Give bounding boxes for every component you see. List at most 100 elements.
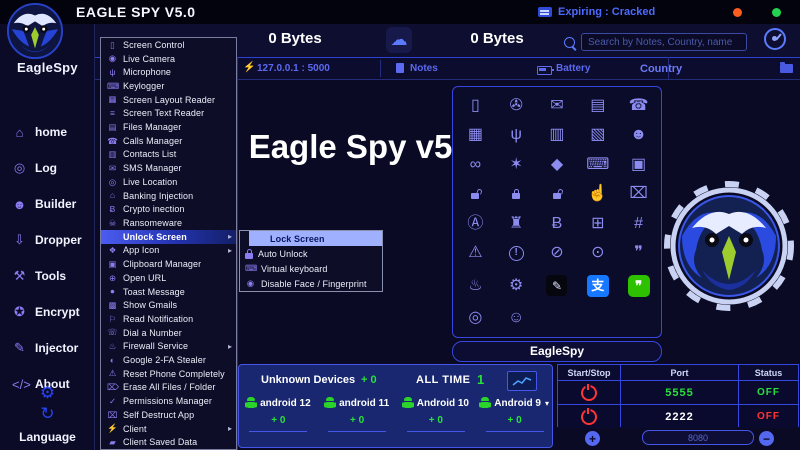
menu-item-firewall-service[interactable]: ♨ Firewall Service ▸ (101, 339, 236, 353)
menu-item-erase-all-files-folder[interactable]: ⌦ Erase All Files / Folder (101, 381, 236, 395)
device-filter-android-9[interactable]: Android 9 ▾ + 0 (475, 395, 554, 432)
grid-cell-tablet[interactable]: ▯ (455, 91, 496, 121)
menu-item-client[interactable]: ⚡ Client ▸ (101, 422, 236, 436)
submenu-item-auto-unlock[interactable]: Auto Unlock (240, 246, 382, 261)
grid-cell-folder[interactable]: ▤ (577, 91, 618, 121)
menu-item-calls-manager[interactable]: ☎ Calls Manager (101, 134, 236, 148)
grid-cell-lock[interactable] (496, 180, 537, 210)
language-label[interactable]: Language (0, 430, 95, 444)
grid-cell-shield[interactable]: ◆ (537, 150, 578, 180)
grid-cell-contacts[interactable]: ▥ (537, 121, 578, 151)
grid-cell-mail[interactable]: ✉ (537, 91, 578, 121)
grid-cell-hash[interactable]: # (618, 209, 659, 239)
submenu-item-lock-screen[interactable]: Lock Screen (249, 231, 382, 246)
menu-item-live-location[interactable]: ◎ Live Location (101, 175, 236, 189)
grid-cell-map[interactable]: ▧ (577, 121, 618, 151)
grid-cell-microphone[interactable]: ψ (496, 121, 537, 151)
grid-cell-building[interactable]: ▦ (455, 121, 496, 151)
menu-item-self-destruct-app[interactable]: ⌧ Self Destruct App (101, 408, 236, 422)
warning-icon: ⚠ (468, 244, 483, 262)
add-port-button[interactable]: + (585, 431, 600, 446)
grid-cell-google-plus[interactable]: ⊞ (577, 209, 618, 239)
grid-cell-warning[interactable]: ⚠ (455, 239, 496, 269)
grid-cell-eye[interactable]: ⊙ (577, 239, 618, 269)
menu-item-keylogger[interactable]: ⌨ Keylogger (101, 79, 236, 93)
country-column-header[interactable]: Country (640, 63, 682, 75)
menu-item-unlock-screen[interactable]: Unlock Screen ▸ (101, 229, 236, 244)
grid-cell-alipay[interactable]: 支 (577, 268, 618, 304)
grid-cell-bug[interactable]: ✶ (496, 150, 537, 180)
grid-cell-lock-open-alt[interactable] (537, 180, 578, 210)
search-input[interactable] (581, 33, 747, 51)
device-filter-android-11[interactable]: android 11 + 0 (318, 395, 397, 432)
grid-cell-wechat[interactable]: ❞ (618, 268, 659, 304)
device-filter-android-10[interactable]: Android 10 + 0 (397, 395, 476, 432)
sidebar-item-home[interactable]: ⌂ home (0, 114, 95, 150)
menu-item-screen-layout-reader[interactable]: ▦ Screen Layout Reader (101, 93, 236, 107)
grid-cell-android[interactable]: ☻ (618, 121, 659, 151)
gear-icon[interactable]: ⚙ (0, 382, 95, 403)
sidebar-item-builder[interactable]: ☻ Builder (0, 186, 95, 222)
port-input[interactable] (642, 430, 754, 445)
menu-item-toast-message[interactable]: ● Toast Message (101, 285, 236, 299)
sidebar-item-log[interactable]: ◎ Log (0, 150, 95, 186)
grid-cell-link[interactable]: ∞ (455, 150, 496, 180)
sidebar-item-tools[interactable]: ⚒ Tools (0, 258, 95, 294)
grid-cell-circle-a[interactable]: Ⓐ (455, 209, 496, 239)
menu-item-clipboard-manager[interactable]: ▣ Clipboard Manager (101, 257, 236, 271)
minimize-dot[interactable] (733, 8, 742, 17)
close-dot[interactable] (772, 8, 781, 17)
grid-cell-trash[interactable]: ⌧ (618, 180, 659, 210)
menu-item-google-2-fa-stealer[interactable]: ◐ Google 2-FA Stealer (101, 353, 236, 367)
sync-icon[interactable]: ↻ (0, 403, 95, 424)
menu-item-microphone[interactable]: ψ Microphone (101, 65, 236, 79)
menu-item-show-gmails[interactable]: ▩ Show Gmails (101, 298, 236, 312)
grid-cell-chat[interactable]: ❞ (618, 239, 659, 269)
sidebar-item-dropper[interactable]: ⇩ Dropper (0, 222, 95, 258)
device-filter-android-12[interactable]: android 12 + 0 (239, 395, 318, 432)
menu-item-crypto-inection[interactable]: Ƀ Crypto inection (101, 202, 236, 216)
grid-cell-keyboard[interactable]: ⌨ (577, 150, 618, 180)
menu-item-screen-control[interactable]: ▯ Screen Control (101, 38, 236, 52)
menu-item-files-manager[interactable]: ▤ Files Manager (101, 120, 236, 134)
menu-item-permissions-manager[interactable]: ✓ Permissions Manager (101, 394, 236, 408)
remove-port-button[interactable]: − (759, 431, 774, 446)
menu-item-ransomeware[interactable]: ☠ Ransomeware (101, 216, 236, 230)
menu-item-live-camera[interactable]: ◉ Live Camera (101, 52, 236, 66)
grid-cell-bitcoin[interactable]: Ƀ (537, 209, 578, 239)
menu-item-screen-text-reader[interactable]: ≡ Screen Text Reader (101, 107, 236, 121)
power-button[interactable] (581, 383, 597, 401)
grid-cell-gear[interactable]: ⚙ (496, 268, 537, 304)
submenu-item-disable-face-fingerprint[interactable]: ◉ Disable Face / Fingerprint (240, 276, 382, 291)
menu-item-reset-phone-completely[interactable]: ⚠ Reset Phone Completely (101, 367, 236, 381)
sidebar-item-injector[interactable]: ✎ Injector (0, 330, 95, 366)
menu-item-read-notification[interactable]: ⚐ Read Notification (101, 312, 236, 326)
submenu-item-virtual-keyboard[interactable]: ⌨ Virtual keyboard (240, 261, 382, 276)
menu-item-dial-a-number[interactable]: ☏ Dial a Number (101, 326, 236, 340)
battery-column-header[interactable]: Battery (556, 63, 590, 74)
menu-item-contacts-list[interactable]: ▥ Contacts List (101, 148, 236, 162)
menu-item-open-url[interactable]: ⊕ Open URL (101, 271, 236, 285)
menu-item-app-icon[interactable]: ❖ App Icon ▸ (101, 244, 236, 258)
notes-column-header[interactable]: Notes (410, 63, 438, 74)
grid-cell-clipboard[interactable]: ▣ (618, 150, 659, 180)
grid-cell-lock-open[interactable] (455, 180, 496, 210)
grid-cell-fire[interactable]: ♨ (455, 268, 496, 304)
menu-item-client-saved-data[interactable]: ▰ Client Saved Data (101, 435, 236, 449)
grid-cell-pencil[interactable]: ✎ (537, 268, 578, 304)
folder-icon[interactable] (780, 62, 793, 73)
grid-cell-phone[interactable]: ☎ (618, 91, 659, 121)
chart-icon[interactable] (507, 371, 537, 391)
grid-cell-eye-off[interactable]: ⊘ (537, 239, 578, 269)
grid-cell-video-camera[interactable]: ✇ (496, 91, 537, 121)
menu-item-banking-injection[interactable]: ⌂ Banking Injection (101, 189, 236, 203)
grid-cell-hand[interactable]: ☝ (577, 180, 618, 210)
sidebar-item-encrypt[interactable]: ✪ Encrypt (0, 294, 95, 330)
cloud-sync-icon[interactable]: ☁ (386, 27, 412, 53)
menu-item-sms-manager[interactable]: ✉ SMS Manager (101, 161, 236, 175)
grid-cell-record[interactable]: ◎ (455, 304, 496, 334)
grid-cell-alert[interactable]: ! (496, 239, 537, 269)
grid-cell-person[interactable]: ☺ (496, 304, 537, 334)
power-button[interactable] (581, 407, 597, 425)
grid-cell-bank[interactable]: ♜ (496, 209, 537, 239)
